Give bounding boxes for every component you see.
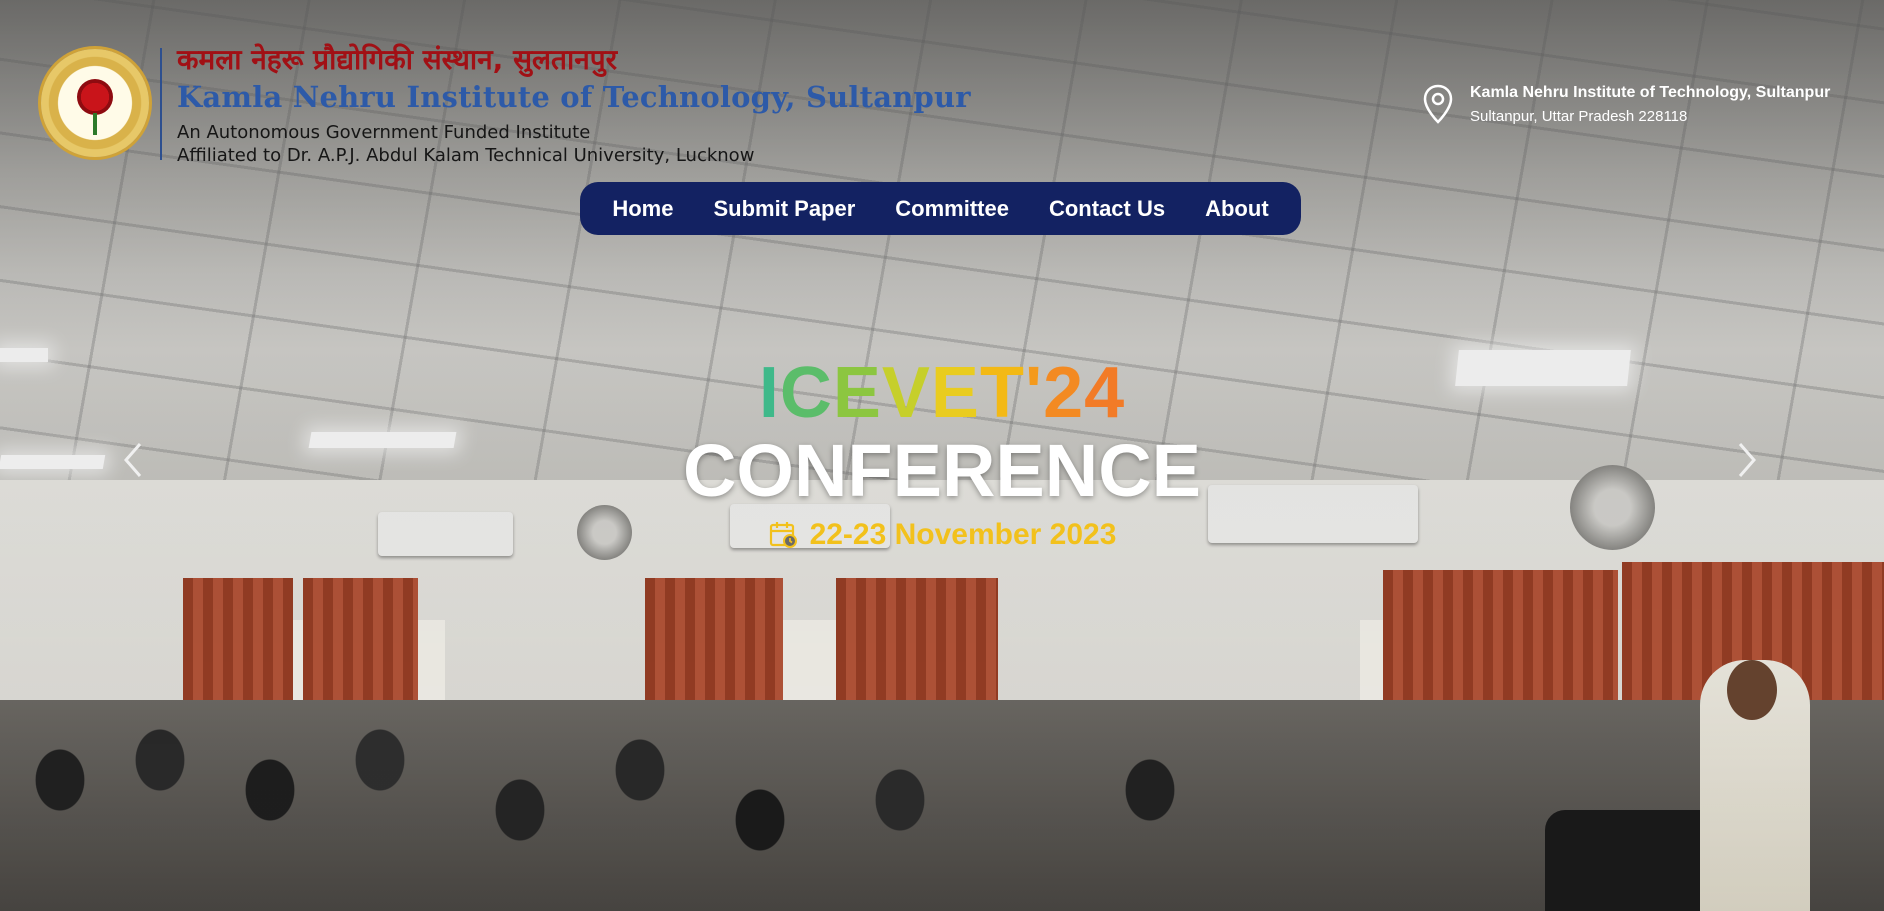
institute-logo[interactable] (41, 49, 149, 157)
conference-date: 22-23 November 2023 (0, 518, 1884, 552)
conference-code-letter: 2 (1043, 353, 1085, 433)
location-pin-icon (1423, 84, 1453, 124)
address-title: Kamla Nehru Institute of Technology, Sul… (1470, 84, 1831, 101)
rose-stem (93, 113, 97, 135)
address-line: Sultanpur, Uttar Pradesh 228118 (1470, 108, 1688, 125)
conference-title: CONFERENCE (682, 429, 1202, 512)
chevron-right-icon[interactable] (1732, 440, 1762, 480)
conference-code-letter: E (832, 353, 882, 433)
institute-name-hindi: कमला नेहरू प्रौद्योगिकी संस्थान, सुलतानप… (177, 43, 618, 76)
calendar-icon (769, 522, 797, 548)
nav-contact-us[interactable]: Contact Us (1049, 196, 1165, 222)
conference-code-letter: E (930, 353, 980, 433)
conference-code-letter: 4 (1084, 353, 1126, 433)
conference-code-letter: V (881, 353, 931, 433)
main-nav: Home Submit Paper Committee Contact Us A… (580, 182, 1301, 235)
address-block: Kamla Nehru Institute of Technology, Sul… (1422, 82, 1862, 132)
conference-date-text: 22-23 November 2023 (809, 518, 1117, 551)
conference-code: ICEVET'24 (0, 352, 1884, 434)
nav-submit-paper[interactable]: Submit Paper (713, 196, 855, 222)
tagline-line-1: An Autonomous Government Funded Institut… (177, 122, 591, 143)
rose-emblem (77, 79, 113, 115)
institute-tagline: An Autonomous Government Funded Institut… (177, 121, 754, 167)
logo-divider (160, 48, 162, 160)
conference-code-letter: C (779, 353, 833, 433)
institute-name-english: Kamla Nehru Institute of Technology, Sul… (177, 80, 971, 114)
nav-about[interactable]: About (1205, 196, 1269, 222)
conference-code-letter: ' (1024, 353, 1044, 433)
chevron-left-icon[interactable] (118, 440, 148, 480)
nav-committee[interactable]: Committee (895, 196, 1009, 222)
tagline-line-2: Affiliated to Dr. A.P.J. Abdul Kalam Tec… (177, 145, 755, 166)
conference-code-letter: I (758, 353, 780, 433)
conference-code-letter: T (979, 353, 1025, 433)
nav-home[interactable]: Home (612, 196, 673, 222)
